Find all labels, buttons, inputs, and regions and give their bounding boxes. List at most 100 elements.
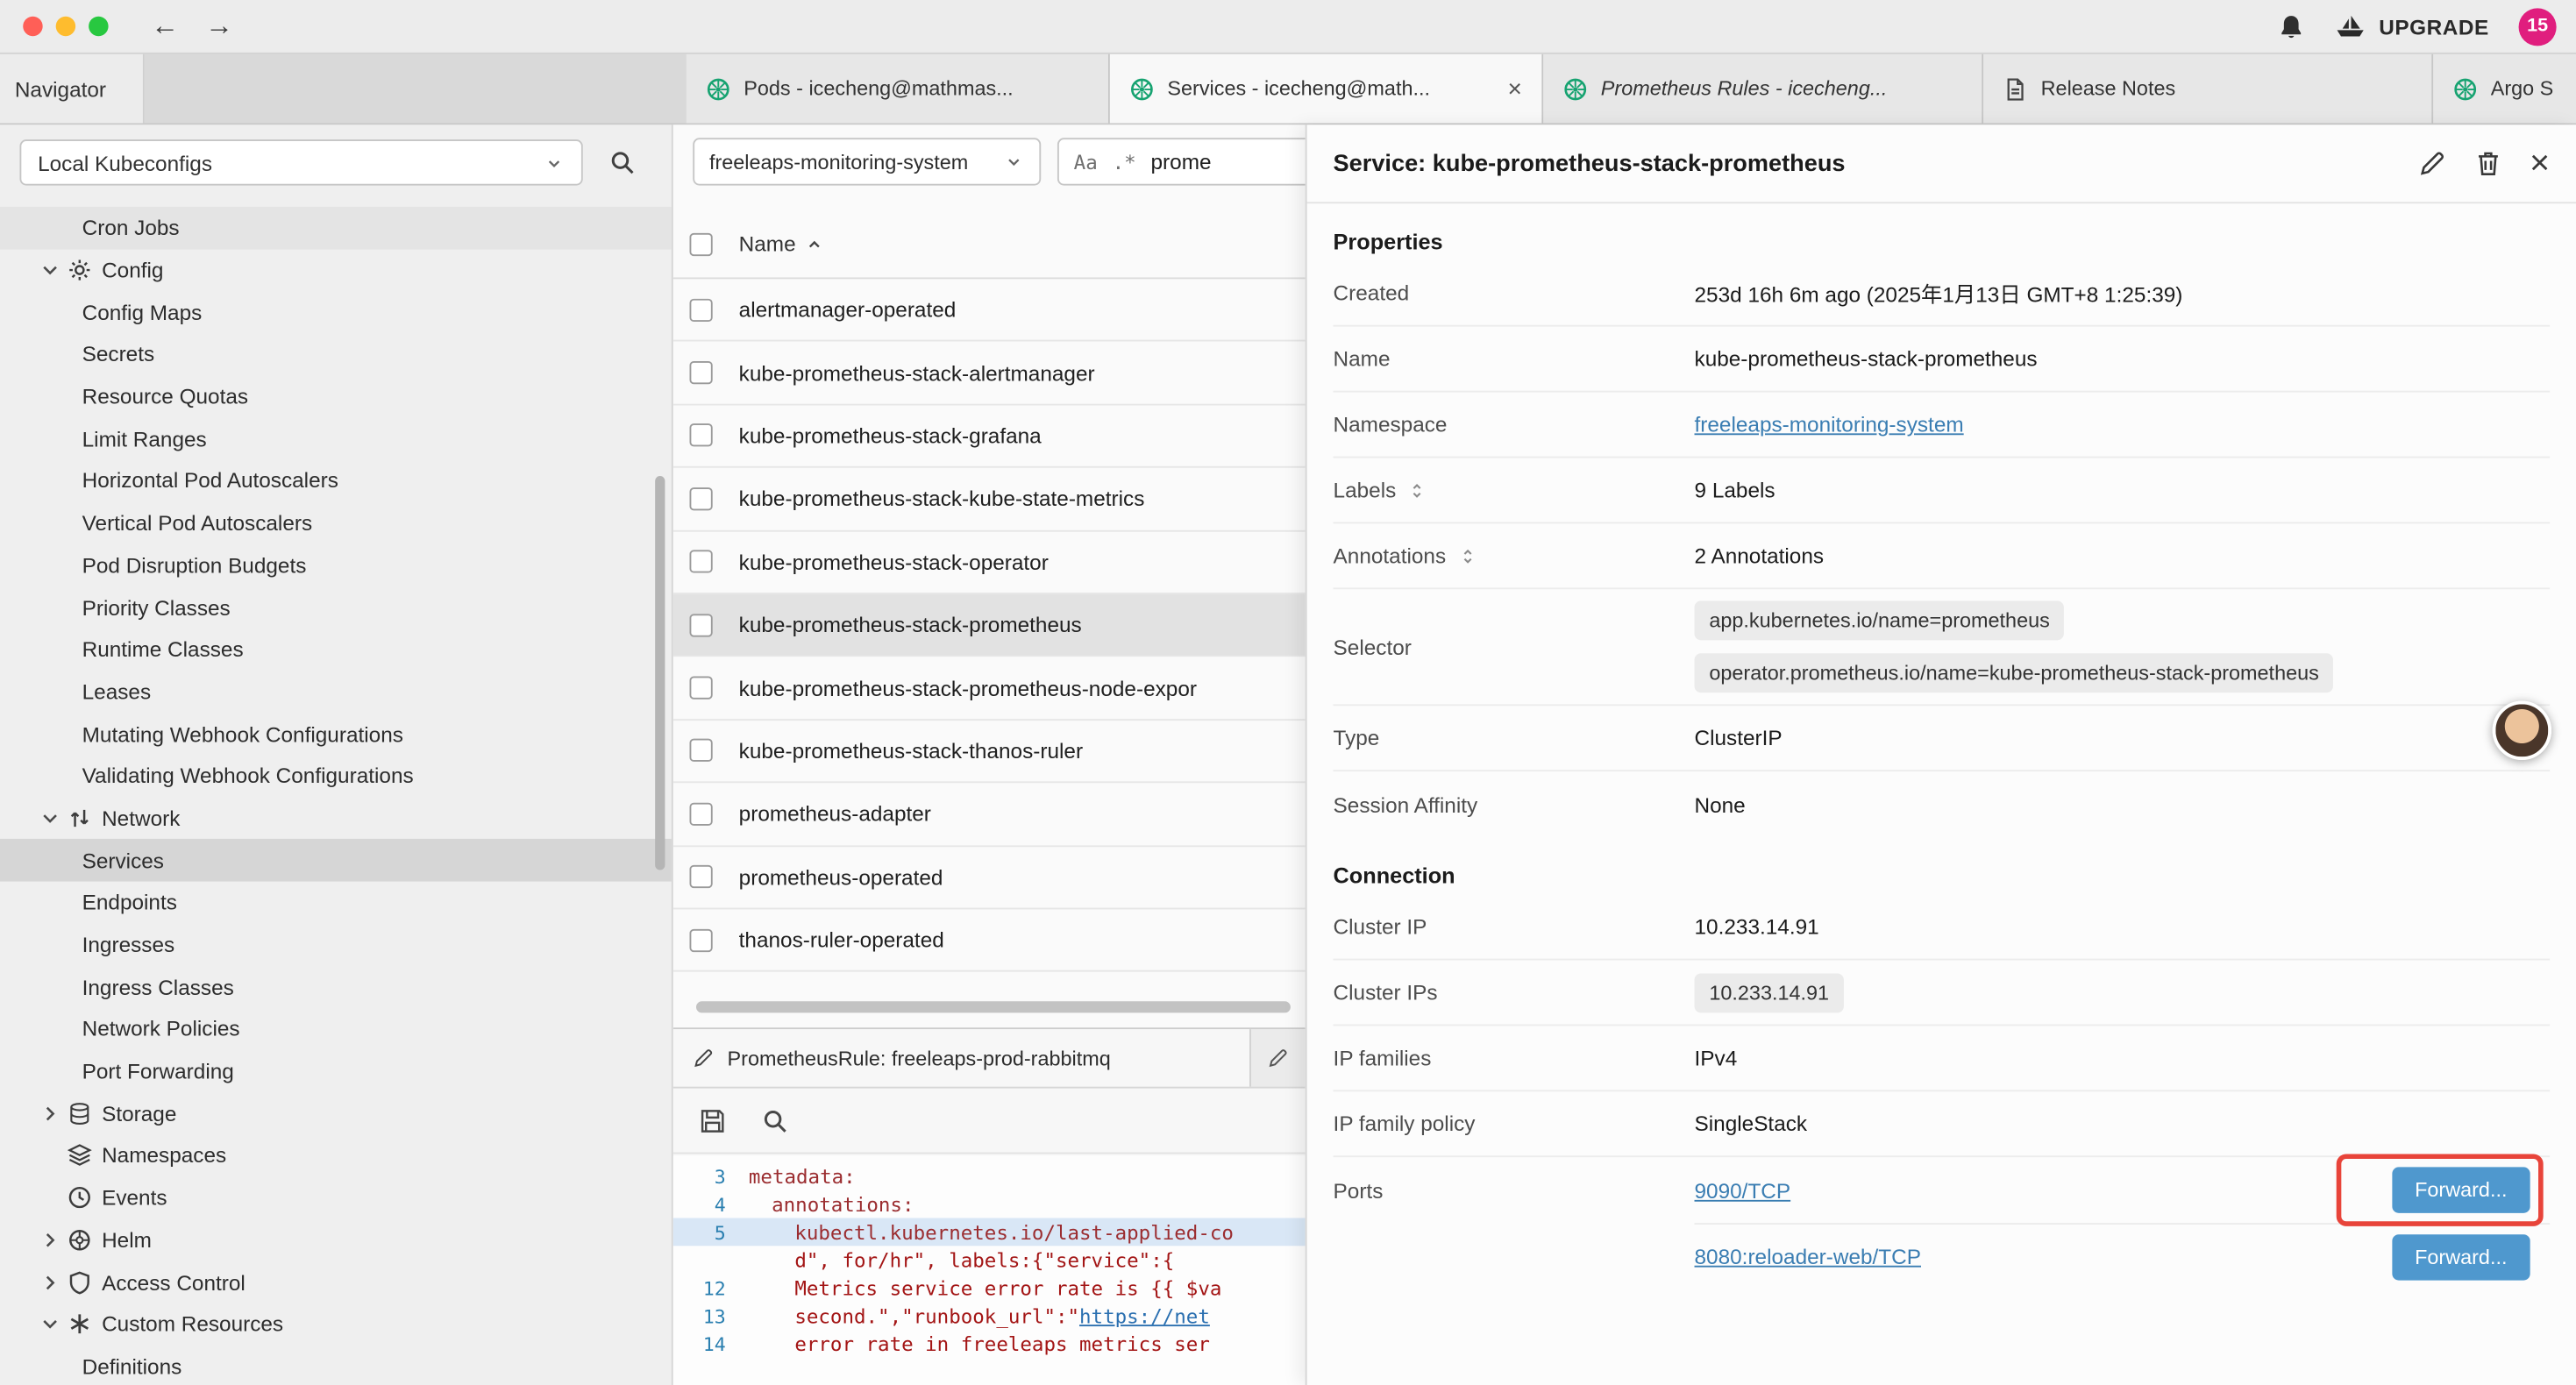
service-row-prometheus-adapter[interactable]: prometheus-adapter <box>673 783 1306 846</box>
sidebar-item-config[interactable]: Config <box>0 249 672 291</box>
sidebar-item-cron-jobs[interactable]: Cron Jobs <box>0 207 672 249</box>
sidebar-item-services[interactable]: Services <box>0 839 672 881</box>
sidebar-item-limit-ranges[interactable]: Limit Ranges <box>0 417 672 459</box>
tab-pods-icecheng-mathmas[interactable]: Pods - icecheng@mathmas... <box>687 54 1110 124</box>
sidebar-item-network[interactable]: Network <box>0 797 672 839</box>
gear-icon <box>68 258 92 282</box>
editor-line[interactable]: 5kubectl.kubernetes.io/last-applied-co <box>673 1218 1306 1246</box>
editor-search-icon[interactable] <box>762 1107 788 1133</box>
sidebar-item-ingress-classes[interactable]: Ingress Classes <box>0 966 672 1008</box>
editor-line[interactable]: 14error rate in freeleaps metrics ser <box>673 1330 1306 1358</box>
service-row-alertmanager-operated[interactable]: alertmanager-operated <box>673 279 1306 342</box>
sidebar-item-horizontal-pod-autoscalers[interactable]: Horizontal Pod Autoscalers <box>0 460 672 502</box>
sidebar-item-priority-classes[interactable]: Priority Classes <box>0 586 672 629</box>
row-checkbox[interactable] <box>689 865 712 888</box>
detail-value: 10.233.14.91 <box>1695 914 1819 939</box>
row-checkbox[interactable] <box>689 424 712 447</box>
service-row-kube-prometheus-stack-prometheus-node-expor[interactable]: kube-prometheus-stack-prometheus-node-ex… <box>673 657 1306 721</box>
sidebar-item-events[interactable]: Events <box>0 1176 672 1218</box>
forward-button[interactable]: Forward... <box>2392 1167 2530 1212</box>
sidebar-item-runtime-classes[interactable]: Runtime Classes <box>0 629 672 671</box>
sidebar-item-endpoints[interactable]: Endpoints <box>0 882 672 924</box>
sidebar-item-pod-disruption-budgets[interactable]: Pod Disruption Budgets <box>0 544 672 586</box>
tab-argo-s[interactable]: Argo S <box>2433 54 2576 124</box>
save-icon[interactable] <box>700 1107 726 1133</box>
sidebar-item-access-control[interactable]: Access Control <box>0 1261 672 1303</box>
sidebar-item-custom-resources[interactable]: Custom Resources <box>0 1303 672 1346</box>
editor-line[interactable]: 12Metrics service error rate is {{ $va <box>673 1274 1306 1302</box>
row-checkbox[interactable] <box>689 739 712 762</box>
service-row-thanos-ruler-operated[interactable]: thanos-ruler-operated <box>673 909 1306 972</box>
sidebar-item-secrets[interactable]: Secrets <box>0 333 672 375</box>
sidebar-item-mutating-webhook-configurations[interactable]: Mutating Webhook Configurations <box>0 713 672 755</box>
row-checkbox[interactable] <box>689 802 712 825</box>
namespace-select-value: freeleaps-monitoring-system <box>709 150 968 173</box>
namespace-select[interactable]: freeleaps-monitoring-system <box>693 138 1041 185</box>
notifications-bell-icon[interactable] <box>2277 12 2305 40</box>
editor-line[interactable]: 4annotations: <box>673 1190 1306 1218</box>
sidebar-item-port-forwarding[interactable]: Port Forwarding <box>0 1050 672 1092</box>
close-panel-icon[interactable]: × <box>2530 146 2550 181</box>
sidebar-scrollbar[interactable] <box>655 476 665 870</box>
tab-services-icecheng-math[interactable]: Services - icecheng@math...× <box>1110 54 1543 124</box>
forward-button[interactable]: Forward... <box>2392 1233 2530 1279</box>
dock-tab-prometheusrule[interactable]: PrometheusRule: freeleaps-prod-rabbitmq <box>673 1029 1251 1087</box>
user-avatar[interactable] <box>2493 701 2551 760</box>
row-checkbox[interactable] <box>689 928 712 951</box>
close-window-button[interactable] <box>23 17 42 36</box>
row-checkbox[interactable] <box>689 298 712 321</box>
detail-value-link[interactable]: freeleaps-monitoring-system <box>1695 412 1964 437</box>
regex-toggle[interactable]: .* <box>1113 150 1136 173</box>
port-link[interactable]: 9090/TCP <box>1695 1178 1791 1203</box>
kubeconfig-select[interactable]: Local Kubeconfigs <box>19 139 582 185</box>
edit-resource-icon[interactable] <box>2418 149 2446 177</box>
tab-release-notes[interactable]: Release Notes <box>1983 54 2433 124</box>
service-row-prometheus-operated[interactable]: prometheus-operated <box>673 846 1306 909</box>
sidebar-item-leases[interactable]: Leases <box>0 671 672 713</box>
sidebar-item-namespaces[interactable]: Namespaces <box>0 1134 672 1176</box>
sidebar-item-storage[interactable]: Storage <box>0 1092 672 1134</box>
port-link[interactable]: 8080:reloader-web/TCP <box>1695 1244 1921 1268</box>
search-input[interactable]: Aa .* prome <box>1057 138 1306 185</box>
sidebar-item-vertical-pod-autoscalers[interactable]: Vertical Pod Autoscalers <box>0 502 672 544</box>
service-row-kube-prometheus-stack-kube-state-metrics[interactable]: kube-prometheus-stack-kube-state-metrics <box>673 468 1306 531</box>
row-checkbox[interactable] <box>689 677 712 700</box>
dock-tab-partial[interactable] <box>1251 1029 1306 1087</box>
zoom-window-button[interactable] <box>89 17 108 36</box>
row-checkbox[interactable] <box>689 487 712 510</box>
row-checkbox[interactable] <box>689 614 712 636</box>
editor-line[interactable]: 3metadata: <box>673 1162 1306 1190</box>
match-case-toggle[interactable]: Aa <box>1074 150 1098 173</box>
back-button[interactable]: ← <box>151 10 179 42</box>
sidebar-item-network-policies[interactable]: Network Policies <box>0 1008 672 1050</box>
notification-count-badge[interactable]: 15 <box>2519 7 2557 45</box>
upgrade-button[interactable]: UPGRADE <box>2335 13 2489 39</box>
sidebar-item-resource-quotas[interactable]: Resource Quotas <box>0 375 672 417</box>
minimize-window-button[interactable] <box>56 17 75 36</box>
tab-close-icon[interactable]: × <box>1498 75 1522 103</box>
tab-prometheus-rules-icecheng[interactable]: Prometheus Rules - icecheng... <box>1543 54 1983 124</box>
row-checkbox[interactable] <box>689 550 712 573</box>
select-all-checkbox[interactable] <box>689 232 712 255</box>
sidebar-item-helm[interactable]: Helm <box>0 1218 672 1261</box>
horizontal-scrollbar[interactable] <box>696 1001 1291 1012</box>
row-checkbox[interactable] <box>689 361 712 384</box>
column-header-name[interactable]: Name <box>739 231 824 256</box>
service-row-kube-prometheus-stack-prometheus[interactable]: kube-prometheus-stack-prometheus <box>673 594 1306 657</box>
service-row-kube-prometheus-stack-grafana[interactable]: kube-prometheus-stack-grafana <box>673 405 1306 468</box>
delete-resource-icon[interactable] <box>2474 149 2502 177</box>
sidebar-item-config-maps[interactable]: Config Maps <box>0 291 672 333</box>
service-row-kube-prometheus-stack-alertmanager[interactable]: kube-prometheus-stack-alertmanager <box>673 342 1306 405</box>
editor-line[interactable]: d", for/hr", labels:{"service":{ <box>673 1246 1306 1274</box>
sidebar-item-validating-webhook-configurations[interactable]: Validating Webhook Configurations <box>0 755 672 797</box>
service-row-kube-prometheus-stack-operator[interactable]: kube-prometheus-stack-operator <box>673 531 1306 594</box>
sidebar-search-icon[interactable] <box>609 149 636 175</box>
sidebar-item-definitions[interactable]: Definitions <box>0 1346 672 1385</box>
sidebar-item-ingresses[interactable]: Ingresses <box>0 924 672 966</box>
yaml-editor[interactable]: 3metadata:4annotations:5kubectl.kubernet… <box>673 1155 1306 1385</box>
forward-nav-button[interactable]: → <box>205 10 233 42</box>
editor-line[interactable]: 13second.","runbook_url":"https://net <box>673 1302 1306 1330</box>
detail-row-name: Namekube-prometheus-stack-prometheus <box>1334 327 2551 393</box>
tab-label: Release Notes <box>2041 77 2176 100</box>
service-row-kube-prometheus-stack-thanos-ruler[interactable]: kube-prometheus-stack-thanos-ruler <box>673 721 1306 784</box>
